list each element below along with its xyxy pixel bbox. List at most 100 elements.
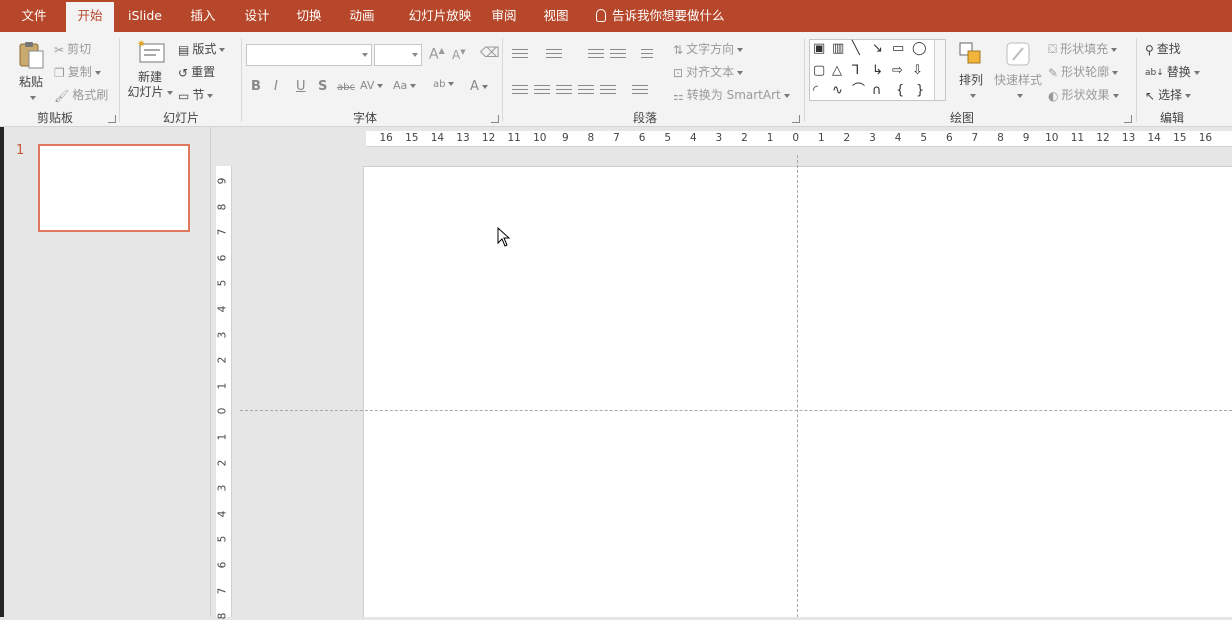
vertical-textbox-shape-icon[interactable]: ▥ [832,42,844,56]
font-launcher-icon[interactable] [491,115,499,123]
right-arrow-shape-icon[interactable]: ⇨ [892,64,903,78]
slide-thumbnail[interactable] [38,144,190,232]
quick-styles-button[interactable]: 快速样式 [992,40,1044,102]
align-text-button[interactable]: ⊡ 对齐文本 [673,63,744,80]
tab-insert[interactable]: 插入 [178,0,228,32]
reset-button[interactable]: ↺ 重置 [178,63,215,80]
tab-transitions[interactable]: 切换 [284,0,334,32]
arc-shape-icon[interactable]: ⌒ [852,84,865,98]
replace-icon: ab↓ [1145,67,1164,78]
text-direction-button[interactable]: ⇅ 文字方向 [673,40,744,57]
highlight-button[interactable]: ab [433,79,455,90]
decrease-indent-icon[interactable] [588,46,604,60]
numbering-icon[interactable] [546,46,562,60]
vertical-guide[interactable] [797,155,798,617]
align-left-icon[interactable] [512,82,528,96]
align-text-label: 对齐文本 [686,65,735,79]
ruler-tick-label: 8 [216,203,229,210]
char-spacing-button[interactable]: AV [360,79,384,92]
distribute-icon[interactable] [600,82,616,96]
replace-button[interactable]: ab↓ 替换 [1145,63,1200,80]
clipboard-launcher-icon[interactable] [108,115,116,123]
change-case-label: Aa [393,79,408,92]
triangle-shape-icon[interactable]: △ [832,64,842,78]
oval-shape-icon[interactable]: ◯ [912,42,927,56]
layout-button[interactable]: ▤ 版式 [178,40,226,57]
ruler-tick-label: 10 [533,132,547,144]
paste-button[interactable]: 粘贴 [14,40,48,104]
line-shape-icon[interactable]: ╲ [852,42,860,56]
elbow-connector-shape-icon[interactable]: ⅂ [852,64,859,78]
shapes-gallery-scrollbar[interactable] [934,40,945,100]
horizontal-ruler[interactable]: 16 15 14 13 12 11 10 9 8 7 6 5 4 3 2 1 0 1 2 3 4 5 6 7 8 9 10 11 12 1… [366,131,1232,147]
tab-view[interactable]: 视图 [532,0,580,32]
rectangle-shape-icon[interactable]: ▭ [892,42,904,56]
ruler-tick-label: 1 [817,132,825,144]
curve-shape-icon[interactable]: ∩ [872,84,882,98]
ruler-tick-label: 8 [216,612,229,620]
bold-button[interactable]: B [251,79,261,94]
change-case-button[interactable]: Aa [393,79,417,92]
line-spacing-icon[interactable] [641,46,653,60]
font-color-button[interactable]: A [470,79,488,94]
font-name-combo[interactable] [246,44,372,66]
paragraph-launcher-icon[interactable] [792,115,800,123]
chevron-down-icon [448,82,455,86]
group-label-clipboard: 剪贴板 [36,111,73,125]
tab-review[interactable]: 审阅 [480,0,528,32]
rounded-rect-shape-icon[interactable]: ▢ [813,64,825,78]
grow-font-button[interactable]: A▲ [429,46,445,63]
vertical-ruler[interactable]: 9 8 7 6 5 4 3 2 1 0 1 2 3 4 5 6 7 8 [216,166,232,620]
text-shadow-button[interactable]: S [318,79,327,94]
group-label-font: 字体 [352,111,377,125]
smartart-button[interactable]: ⚏ 转换为 SmartArt [673,86,790,103]
italic-button[interactable]: I [274,79,278,94]
shape-outline-button[interactable]: ✎ 形状轮廓 [1048,63,1119,80]
strikethrough-button[interactable]: abc [337,82,355,93]
textbox-shape-icon[interactable]: ▣ [813,42,825,56]
elbow-arrow-shape-icon[interactable]: ↳ [872,64,883,78]
format-painter-button[interactable]: 🖌 格式刷 [54,86,108,103]
align-right-icon[interactable] [556,82,572,96]
freeform-shape-icon[interactable]: ◜ [813,84,818,98]
new-slide-button[interactable]: ✷ 新建 幻灯片 [126,38,174,100]
font-size-combo[interactable] [374,44,422,66]
tab-animations[interactable]: 动画 [336,0,388,32]
underline-button[interactable]: U [296,79,306,94]
cut-button[interactable]: ✂ 剪切 [54,40,91,57]
tab-islide[interactable]: iSlide [120,0,170,32]
shape-fill-button[interactable]: ⛋ 形状填充 [1048,40,1118,57]
scribble-shape-icon[interactable]: ∿ [832,84,843,98]
columns-icon[interactable] [632,82,648,96]
clear-format-icon[interactable]: ⌫ [480,45,500,61]
tab-slideshow[interactable]: 幻灯片放映 [396,0,484,32]
copy-button[interactable]: ❐ 复制 [54,63,101,80]
increase-indent-icon[interactable] [610,46,626,60]
ruler-tick-label: 9 [216,177,229,185]
menu-bar: 文件 开始 iSlide 插入 设计 切换 动画 幻灯片放映 审阅 视图 告诉我… [0,0,1232,32]
chevron-down-icon [410,84,417,88]
shapes-gallery[interactable]: ▣ ▥ ╲ ↘ ▭ ◯ ▢ △ ⅂ ↳ ⇨ ⇩ ◜ ∿ ⌒ ∩ { } [809,39,946,101]
find-button[interactable]: ⚲ 查找 [1145,40,1181,57]
tab-home[interactable]: 开始 [66,2,114,32]
align-center-icon[interactable] [534,82,550,96]
section-button[interactable]: ▭ 节 [178,86,214,103]
down-arrow-shape-icon[interactable]: ⇩ [912,64,923,78]
select-button[interactable]: ↖ 选择 [1145,86,1192,103]
shrink-font-button[interactable]: A▼ [452,48,466,62]
bullets-icon[interactable] [512,46,528,60]
justify-icon[interactable] [578,82,594,96]
shape-effects-button[interactable]: ◐ 形状效果 [1048,86,1119,103]
drawing-launcher-icon[interactable] [1124,115,1132,123]
tab-file[interactable]: 文件 [8,0,60,32]
horizontal-guide[interactable] [240,410,1232,411]
right-brace-shape-icon[interactable]: } [916,84,924,98]
arrange-button[interactable]: 排列 [955,40,987,102]
new-slide-icon: ✷ [137,39,165,63]
chevron-down-icon [207,93,214,98]
left-brace-shape-icon[interactable]: { [896,84,904,98]
tab-design[interactable]: 设计 [232,0,282,32]
paintbrush-icon: 🖌 [54,88,70,103]
arrow-line-shape-icon[interactable]: ↘ [872,42,883,56]
tell-me-box[interactable]: 告诉我你想要做什么 [596,0,725,32]
